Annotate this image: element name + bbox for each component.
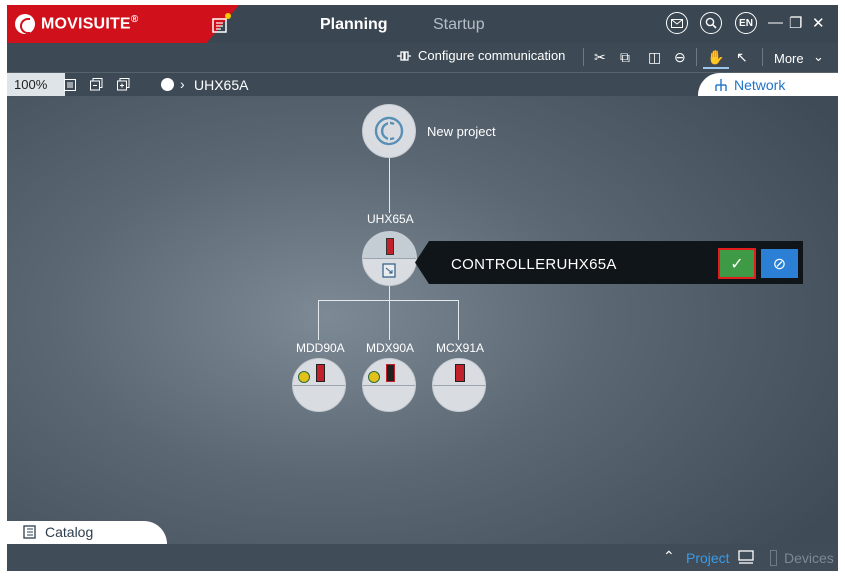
safety-icon <box>298 371 310 383</box>
more-menu-button[interactable]: More <box>774 51 804 66</box>
pointer-tool-icon[interactable]: ↖ <box>736 49 748 66</box>
collapse-all-icon[interactable] <box>90 78 103 91</box>
catalog-tab[interactable]: Catalog <box>7 521 167 544</box>
connection-line <box>389 157 390 213</box>
hand-tool-icon[interactable]: ✋ <box>707 49 724 66</box>
network-tab-label: Network <box>734 77 786 93</box>
device-node-mcx91a[interactable] <box>432 358 486 412</box>
mail-icon[interactable] <box>666 12 688 34</box>
connection-line <box>389 300 390 340</box>
app-window: MOVISUITE® Planning Startup EN — ❐ ✕ Con… <box>7 5 838 571</box>
search-icon[interactable] <box>700 12 722 34</box>
title-bar: MOVISUITE® Planning Startup EN — ❐ ✕ <box>7 5 838 43</box>
toolbar-divider <box>583 48 584 66</box>
project-title: New project <box>427 124 496 139</box>
movisuite-logo-icon <box>15 14 35 34</box>
expand-all-icon[interactable] <box>117 78 130 91</box>
node-divider <box>363 258 416 259</box>
breadcrumb-separator-icon: › <box>180 76 185 92</box>
tab-network[interactable]: Network <box>698 73 838 97</box>
topology-canvas[interactable] <box>7 96 838 544</box>
close-icon[interactable]: ✕ <box>812 14 825 32</box>
network-icon <box>715 79 727 91</box>
breadcrumb-current[interactable]: UHX65A <box>194 77 248 93</box>
brand-name: MOVISUITE® <box>41 14 139 33</box>
status-bar: ⌃ Project Devices <box>7 544 838 571</box>
confirm-button[interactable]: ✓ <box>718 248 756 279</box>
device-node-mdd90a[interactable] <box>292 358 346 412</box>
devices-view-icon[interactable] <box>770 550 777 566</box>
node-divider <box>293 385 345 386</box>
tab-planning[interactable]: Planning <box>320 16 388 34</box>
node-divider <box>433 385 485 386</box>
controller-device-icon <box>386 238 394 255</box>
project-logo-icon <box>374 116 404 146</box>
language-button[interactable]: EN <box>735 12 757 34</box>
toolbar-divider <box>762 48 763 66</box>
unsaved-indicator-dot <box>225 13 231 19</box>
connection-line <box>318 300 319 340</box>
project-root-icon[interactable] <box>161 78 174 91</box>
controller-node[interactable] <box>362 231 417 286</box>
cut-icon[interactable]: ✂ <box>594 49 606 66</box>
configure-communication-icon <box>397 51 411 61</box>
device-drive-icon <box>386 364 395 382</box>
device-drive-icon <box>316 364 325 382</box>
controller-name-field[interactable]: CONTROLLERUHX65A <box>451 256 617 273</box>
device-label-mdd90a: MDD90A <box>296 341 345 355</box>
catalog-label: Catalog <box>45 524 94 540</box>
controller-label: UHX65A <box>367 212 414 226</box>
cancel-button[interactable]: ⊘ <box>761 249 798 278</box>
hand-tool-active-indicator <box>703 67 729 69</box>
device-label-mcx91a: MCX91A <box>436 341 485 355</box>
fit-to-page-icon[interactable] <box>64 79 76 91</box>
breadcrumb-bar: 100% › UHX65A Network <box>7 72 838 97</box>
device-node-mdx90a[interactable] <box>362 358 416 412</box>
zoom-level[interactable]: 100% <box>7 73 65 97</box>
devices-view-button[interactable]: Devices <box>784 550 834 566</box>
cancel-icon: ⊘ <box>772 255 787 273</box>
connection-line <box>389 285 390 300</box>
safety-icon <box>368 371 380 383</box>
minimize-icon[interactable]: — <box>768 14 783 31</box>
maximize-icon[interactable]: ❐ <box>789 14 802 32</box>
network-config-icon <box>382 263 396 278</box>
node-divider <box>363 385 415 386</box>
checkmark-icon: ✓ <box>730 255 744 273</box>
collapse-up-icon[interactable]: ⌃ <box>663 548 675 565</box>
project-view-button[interactable]: Project <box>686 550 730 566</box>
project-view-icon[interactable] <box>738 550 754 564</box>
configure-communication-button[interactable]: Configure communication <box>418 48 565 63</box>
catalog-icon <box>23 525 36 539</box>
brand-area: MOVISUITE® <box>7 5 239 43</box>
device-drive-icon <box>455 364 465 382</box>
delete-icon[interactable]: ⊖ <box>674 49 686 66</box>
device-label-mdx90a: MDX90A <box>366 341 415 355</box>
chevron-down-icon[interactable]: ⌄ <box>813 49 824 65</box>
copy-icon[interactable]: ⧉ <box>620 49 630 66</box>
project-node[interactable] <box>362 104 416 158</box>
connection-line <box>458 300 459 340</box>
toolbar-divider <box>696 48 697 66</box>
paste-icon[interactable]: ◫ <box>648 49 661 66</box>
tab-startup[interactable]: Startup <box>433 16 485 34</box>
